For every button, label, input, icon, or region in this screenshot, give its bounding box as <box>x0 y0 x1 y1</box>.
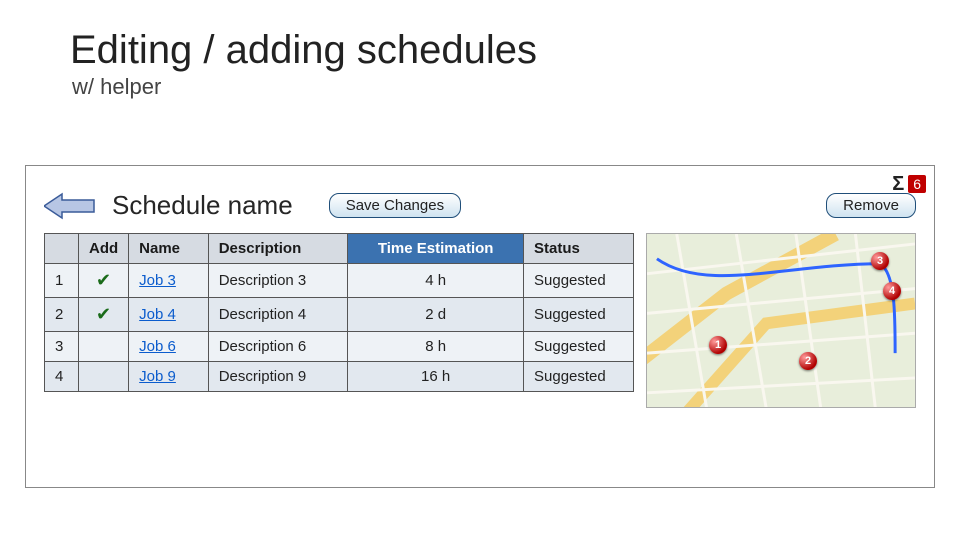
corner-summary: Σ 6 <box>892 174 926 194</box>
row-status: Suggested <box>524 298 634 332</box>
row-index: 3 <box>45 332 79 362</box>
page-subtitle: w/ helper <box>72 74 900 100</box>
col-header-status: Status <box>524 234 634 264</box>
row-index: 1 <box>45 264 79 298</box>
row-time: 8 h <box>348 332 524 362</box>
row-status: Suggested <box>524 332 634 362</box>
row-add-checkbox[interactable]: ✔ <box>79 298 129 332</box>
sigma-icon: Σ <box>892 174 904 194</box>
row-time: 2 d <box>348 298 524 332</box>
schedule-table: Add Name Description Time Estimation Sta… <box>44 233 634 392</box>
row-add-checkbox[interactable]: ✔ <box>79 264 129 298</box>
row-name-cell: Job 4 <box>129 298 209 332</box>
row-name-cell: Job 3 <box>129 264 209 298</box>
map-pin[interactable]: 3 <box>871 252 889 270</box>
schedule-name-label: Schedule name <box>112 190 293 221</box>
row-name-cell: Job 6 <box>129 332 209 362</box>
map-viewport[interactable]: 1 2 3 4 <box>646 233 916 408</box>
row-description: Description 6 <box>208 332 348 362</box>
table-row: 3 Job 6 Description 68 hSuggested <box>45 332 634 362</box>
row-add-checkbox[interactable] <box>79 332 129 362</box>
map-pin[interactable]: 1 <box>709 336 727 354</box>
row-time: 16 h <box>348 362 524 392</box>
job-link[interactable]: Job 4 <box>139 306 176 323</box>
col-header-description: Description <box>208 234 348 264</box>
row-time: 4 h <box>348 264 524 298</box>
row-description: Description 9 <box>208 362 348 392</box>
job-link[interactable]: Job 6 <box>139 338 176 355</box>
corner-count-badge: 6 <box>908 175 926 193</box>
save-button[interactable]: Save Changes <box>329 193 461 218</box>
col-header-idx <box>45 234 79 264</box>
table-row: 2✔ Job 4 Description 42 dSuggested <box>45 298 634 332</box>
page-title: Editing / adding schedules <box>70 28 900 72</box>
row-name-cell: Job 9 <box>129 362 209 392</box>
row-description: Description 3 <box>208 264 348 298</box>
row-index: 4 <box>45 362 79 392</box>
row-index: 2 <box>45 298 79 332</box>
row-status: Suggested <box>524 362 634 392</box>
table-row: 4 Job 9 Description 916 hSuggested <box>45 362 634 392</box>
row-add-checkbox[interactable] <box>79 362 129 392</box>
col-header-name: Name <box>129 234 209 264</box>
col-header-add: Add <box>79 234 129 264</box>
remove-button[interactable]: Remove <box>826 193 916 218</box>
map-pin[interactable]: 4 <box>883 282 901 300</box>
main-panel: Σ 6 Schedule name Save Changes Remove Ad… <box>25 165 935 488</box>
table-row: 1✔ Job 3 Description 34 hSuggested <box>45 264 634 298</box>
job-link[interactable]: Job 3 <box>139 272 176 289</box>
col-header-time: Time Estimation <box>348 234 524 264</box>
row-status: Suggested <box>524 264 634 298</box>
map-pin[interactable]: 2 <box>799 352 817 370</box>
back-arrow-icon[interactable] <box>44 192 96 220</box>
job-link[interactable]: Job 9 <box>139 368 176 385</box>
row-description: Description 4 <box>208 298 348 332</box>
